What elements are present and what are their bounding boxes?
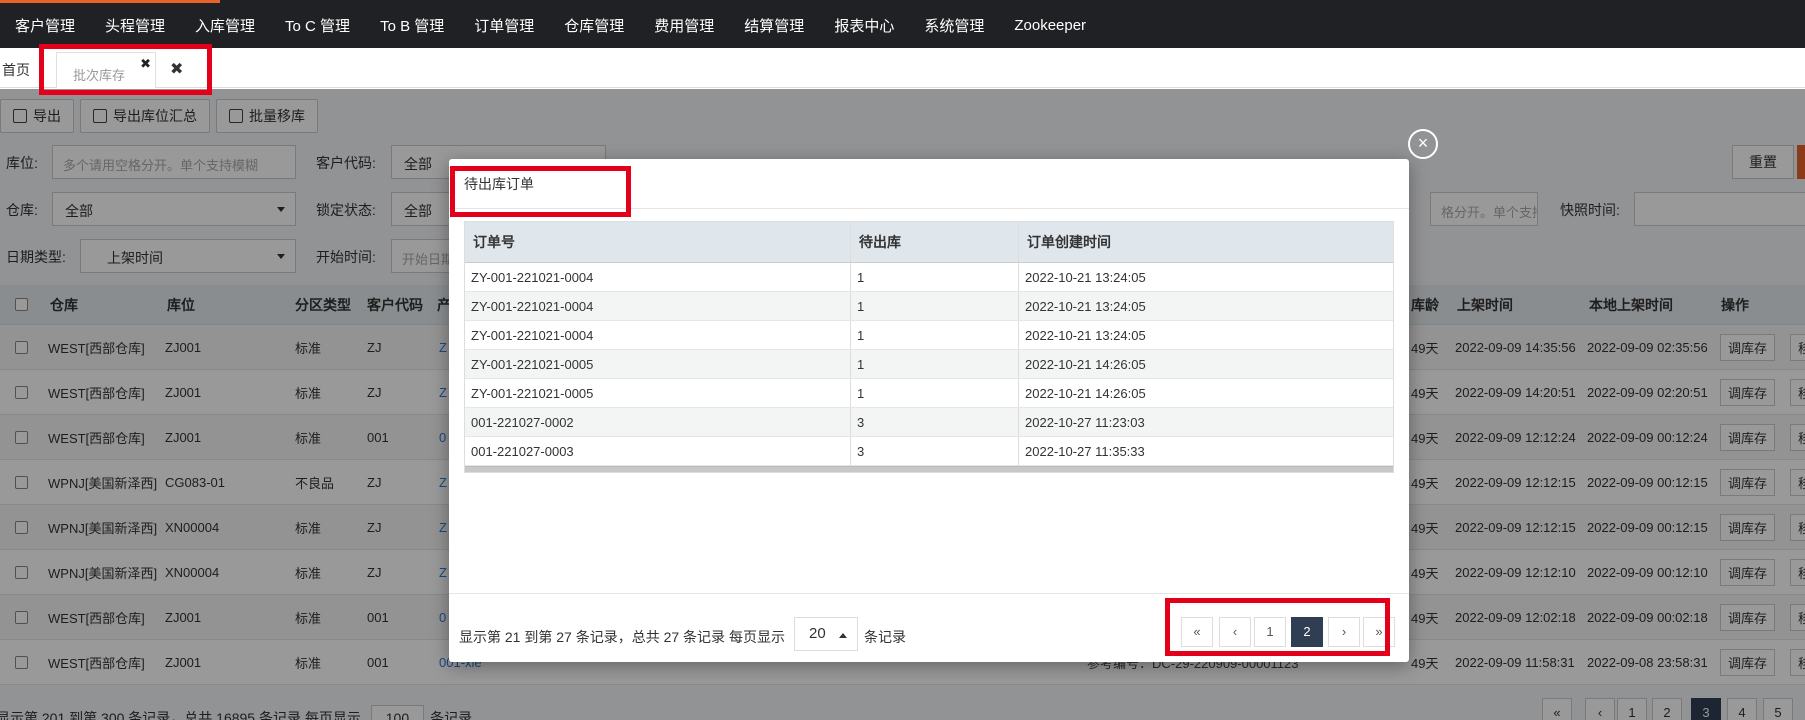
cell-created-time: 2022-10-21 13:24:05 <box>1025 298 1146 314</box>
pending-orders-table: 订单号 待出库 订单创建时间 ZY-001-221021-0004 1 2022-1… <box>464 221 1394 473</box>
highlight-box-title <box>450 166 631 217</box>
cell-order-no: 001-221027-0003 <box>465 437 851 465</box>
nav-item-inbound[interactable]: 入库管理 <box>180 15 270 36</box>
nav-item-customer[interactable]: 客户管理 <box>0 15 90 36</box>
cell-pending-qty: 1 <box>851 350 1019 378</box>
cell-pending-qty: 1 <box>851 379 1019 407</box>
cell-created-time: 2022-10-21 13:24:05 <box>1025 269 1146 285</box>
table-row[interactable]: ZY-001-221021-0005 1 2022-10-21 14:26:05 <box>465 379 1393 408</box>
nav-item-reports[interactable]: 报表中心 <box>819 15 909 36</box>
modal-page-size-select[interactable]: 20 <box>794 617 858 651</box>
modal-pagination-summary: 显示第 21 到第 27 条记录，总共 27 条记录 每页显示 <box>459 629 785 645</box>
nav-item-tob[interactable]: To B 管理 <box>365 15 459 36</box>
col-order-no[interactable]: 订单号 <box>465 222 851 262</box>
col-created-time[interactable]: 订单创建时间 <box>1019 222 1395 262</box>
nav-item-first-leg[interactable]: 头程管理 <box>90 15 180 36</box>
top-nav: 客户管理 头程管理 入库管理 To C 管理 To B 管理 订单管理 仓库管理… <box>0 0 1805 48</box>
nav-item-fees[interactable]: 费用管理 <box>639 15 729 36</box>
cell-order-no: ZY-001-221021-0004 <box>465 263 851 291</box>
table-row[interactable]: ZY-001-221021-0004 1 2022-10-21 13:24:05 <box>465 263 1393 292</box>
modal-table-header: 订单号 待出库 订单创建时间 <box>465 222 1393 263</box>
table-row[interactable]: 001-221027-0002 3 2022-10-27 11:23:03 <box>465 408 1393 437</box>
cell-order-no: 001-221027-0002 <box>465 408 851 436</box>
cell-pending-qty: 3 <box>851 408 1019 436</box>
cell-order-no: ZY-001-221021-0005 <box>465 379 851 407</box>
table-row[interactable]: 001-221027-0003 3 2022-10-27 11:35:33 <box>465 437 1393 466</box>
modal-page-size-suffix: 条记录 <box>864 629 906 645</box>
cell-created-time: 2022-10-21 14:26:05 <box>1025 356 1146 372</box>
pending-orders-modal: 待出库订单 订单号 待出库 订单创建时间 ZY-001-221021-0004 1… <box>449 159 1409 662</box>
cell-order-no: ZY-001-221021-0004 <box>465 292 851 320</box>
cell-created-time: 2022-10-27 11:35:33 <box>1025 443 1145 459</box>
modal-close-icon[interactable]: × <box>1408 129 1438 159</box>
cell-order-no: ZY-001-221021-0004 <box>465 321 851 349</box>
chevron-up-icon <box>839 633 847 638</box>
nav-item-settlement[interactable]: 结算管理 <box>729 15 819 36</box>
nav-item-toc[interactable]: To C 管理 <box>270 15 365 36</box>
cell-created-time: 2022-10-27 11:23:03 <box>1025 414 1145 430</box>
cell-pending-qty: 1 <box>851 292 1019 320</box>
tab-bar: 首页 批次库存 ✖ ✖ <box>0 48 1805 88</box>
highlight-box-tab <box>39 44 212 95</box>
nav-item-zookeeper[interactable]: Zookeeper <box>999 17 1101 34</box>
table-row[interactable]: ZY-001-221021-0004 1 2022-10-21 13:24:05 <box>465 292 1393 321</box>
nav-item-system[interactable]: 系统管理 <box>909 15 999 36</box>
nav-item-warehouse[interactable]: 仓库管理 <box>549 15 639 36</box>
cell-created-time: 2022-10-21 14:26:05 <box>1025 385 1146 401</box>
modal-footer-divider <box>449 593 1409 594</box>
cell-created-time: 2022-10-21 13:24:05 <box>1025 327 1146 343</box>
modal-table-body: ZY-001-221021-0004 1 2022-10-21 13:24:05 ZY… <box>465 263 1393 466</box>
horizontal-scrollbar[interactable] <box>465 466 1393 472</box>
cell-pending-qty: 3 <box>851 437 1019 465</box>
table-row[interactable]: ZY-001-221021-0004 1 2022-10-21 13:24:05 <box>465 321 1393 350</box>
highlight-box-pager <box>1165 598 1390 656</box>
cell-pending-qty: 1 <box>851 321 1019 349</box>
nav-accent-bar <box>0 0 220 3</box>
table-row[interactable]: ZY-001-221021-0005 1 2022-10-21 14:26:05 <box>465 350 1393 379</box>
nav-item-orders[interactable]: 订单管理 <box>459 15 549 36</box>
tab-home[interactable]: 首页 <box>2 60 30 80</box>
cell-order-no: ZY-001-221021-0005 <box>465 350 851 378</box>
col-pending-qty[interactable]: 待出库 <box>851 222 1019 262</box>
cell-pending-qty: 1 <box>851 263 1019 291</box>
